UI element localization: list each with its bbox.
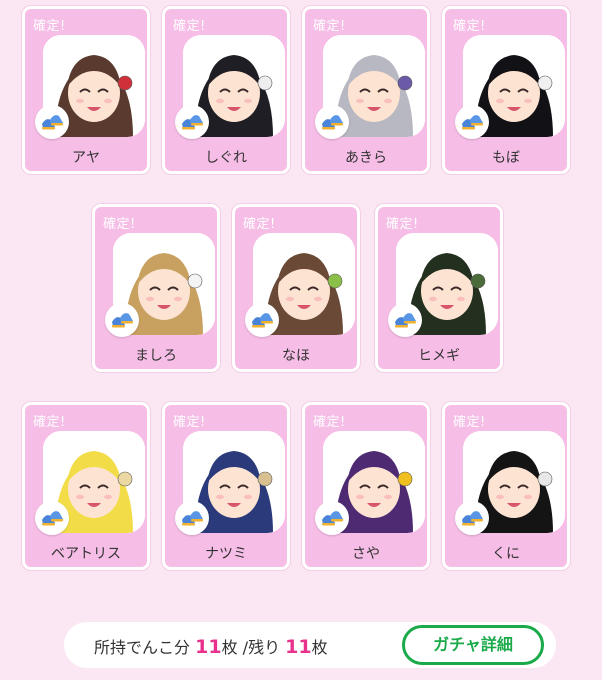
character-card[interactable]: 確定! ましろ <box>92 204 220 372</box>
confirmed-tag: 確定! <box>33 415 66 430</box>
character-name: しぐれ <box>205 150 247 166</box>
character-name: ましろ <box>135 348 177 364</box>
character-name: くに <box>492 546 520 562</box>
remaining-label: /残り <box>242 638 281 657</box>
gacha-status-bar: 所持でんこ分 11枚 /残り 11枚 ガチャ詳細 <box>64 622 556 668</box>
character-card[interactable]: 確定! ベアトリス <box>22 402 150 570</box>
character-card[interactable]: 確定! アヤ <box>22 6 150 174</box>
remaining-unit: 枚 <box>311 638 328 657</box>
confirmed-tag: 確定! <box>173 19 206 34</box>
character-grid: 確定! アヤ 確定! しぐれ 確定! あきら 確定! もぼ 確定! ましろ 確定! なほ 確定! ヒメギ… <box>0 0 602 600</box>
gacha-details-button[interactable]: ガチャ詳細 <box>402 625 544 665</box>
confirmed-tag: 確定! <box>386 217 419 232</box>
character-name: さや <box>352 546 380 562</box>
shoe-icon <box>315 105 349 139</box>
shoe-icon <box>315 501 349 535</box>
confirmed-tag: 確定! <box>313 19 346 34</box>
character-card[interactable]: 確定! もぼ <box>442 6 570 174</box>
shoe-icon <box>175 105 209 139</box>
shoe-icon <box>245 303 279 337</box>
character-name: ベアトリス <box>51 546 121 562</box>
remaining-count: 11 <box>285 636 312 658</box>
card-row-1: 確定! アヤ 確定! しぐれ 確定! あきら 確定! もぼ <box>0 6 602 178</box>
character-card[interactable]: 確定! さや <box>302 402 430 570</box>
owned-unit: 枚 <box>221 638 238 657</box>
shoe-icon <box>455 105 489 139</box>
character-card[interactable]: 確定! しぐれ <box>162 6 290 174</box>
shoe-icon <box>35 105 69 139</box>
card-row-3: 確定! ベアトリス 確定! ナツミ 確定! さや 確定! くに <box>0 402 602 574</box>
character-name: ナツミ <box>205 546 247 562</box>
character-card[interactable]: 確定! あきら <box>302 6 430 174</box>
character-name: もぼ <box>492 150 520 166</box>
owned-count: 11 <box>195 636 222 658</box>
shoe-icon <box>455 501 489 535</box>
confirmed-tag: 確定! <box>33 19 66 34</box>
shoe-icon <box>35 501 69 535</box>
shoe-icon <box>105 303 139 337</box>
character-name: アヤ <box>72 150 100 166</box>
character-card[interactable]: 確定! なほ <box>232 204 360 372</box>
character-name: なほ <box>282 348 310 364</box>
confirmed-tag: 確定! <box>103 217 136 232</box>
character-card[interactable]: 確定! ヒメギ <box>375 204 503 372</box>
shoe-icon <box>388 303 422 337</box>
confirmed-tag: 確定! <box>173 415 206 430</box>
character-card[interactable]: 確定! ナツミ <box>162 402 290 570</box>
shoe-icon <box>175 501 209 535</box>
card-count-text: 所持でんこ分 11枚 /残り 11枚 <box>94 634 328 658</box>
confirmed-tag: 確定! <box>453 415 486 430</box>
confirmed-tag: 確定! <box>243 217 276 232</box>
owned-label: 所持でんこ分 <box>94 638 191 657</box>
confirmed-tag: 確定! <box>313 415 346 430</box>
confirmed-tag: 確定! <box>453 19 486 34</box>
character-card[interactable]: 確定! くに <box>442 402 570 570</box>
character-name: ヒメギ <box>418 348 460 364</box>
character-name: あきら <box>345 150 387 166</box>
card-row-2: 確定! ましろ 確定! なほ 確定! ヒメギ <box>0 204 602 376</box>
